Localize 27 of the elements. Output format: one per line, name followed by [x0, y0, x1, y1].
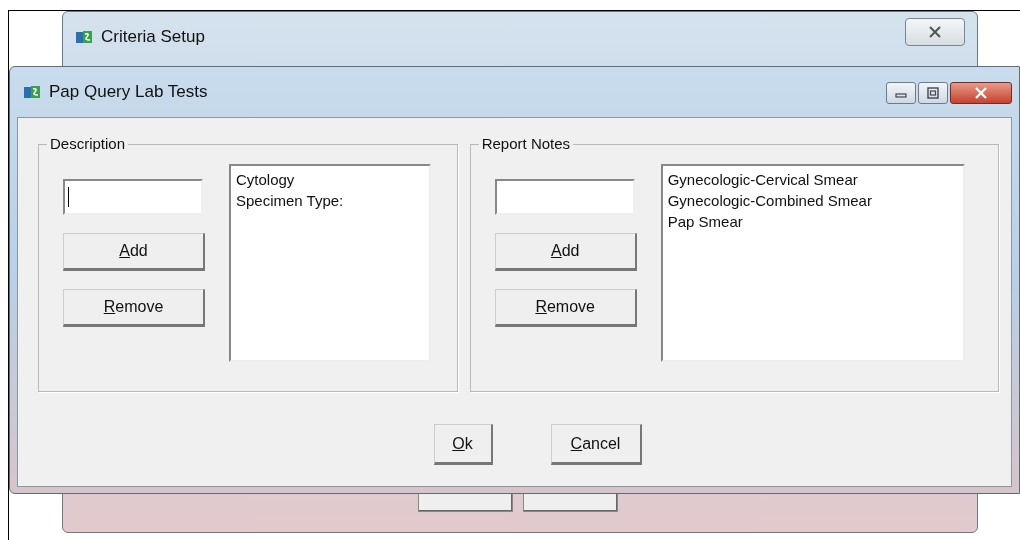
group-title: Description: [47, 135, 129, 152]
app-icon: [75, 29, 93, 45]
app-icon: [23, 84, 41, 100]
input-field[interactable]: [63, 179, 203, 215]
list-item[interactable]: Cytology: [236, 169, 424, 190]
button[interactable]: Remove: [494, 289, 637, 327]
list-box[interactable]: Gynecologic-Cervical Smear Gynecologic-Combined Smear Pap Smear: [660, 164, 965, 362]
window-title: Criteria Setup: [101, 27, 206, 47]
list-item[interactable]: Pap Smear: [667, 211, 958, 232]
list-box[interactable]: Cytology Specimen Type:: [229, 164, 431, 362]
close-button[interactable]: [950, 82, 1012, 104]
button[interactable]: Add: [63, 233, 205, 271]
input-field[interactable]: [494, 179, 635, 215]
list-item[interactable]: Gynecologic-Combined Smear: [667, 190, 958, 211]
button[interactable]: Add: [494, 233, 637, 271]
window-title: Pap Query Lab Tests: [49, 82, 209, 102]
button[interactable]: Remove: [63, 289, 205, 327]
button[interactable]: Cancel: [550, 424, 642, 465]
close-button[interactable]: [905, 18, 965, 46]
close-icon: [928, 26, 942, 38]
list-item[interactable]: Specimen Type:: [236, 190, 424, 211]
maximize-icon: [926, 87, 940, 99]
list-item[interactable]: Gynecologic-Cervical Smear: [667, 169, 958, 190]
minimize-button[interactable]: [886, 82, 916, 104]
button[interactable]: Ok: [433, 424, 493, 465]
close-icon: [974, 87, 988, 99]
maximize-button[interactable]: [918, 82, 948, 104]
